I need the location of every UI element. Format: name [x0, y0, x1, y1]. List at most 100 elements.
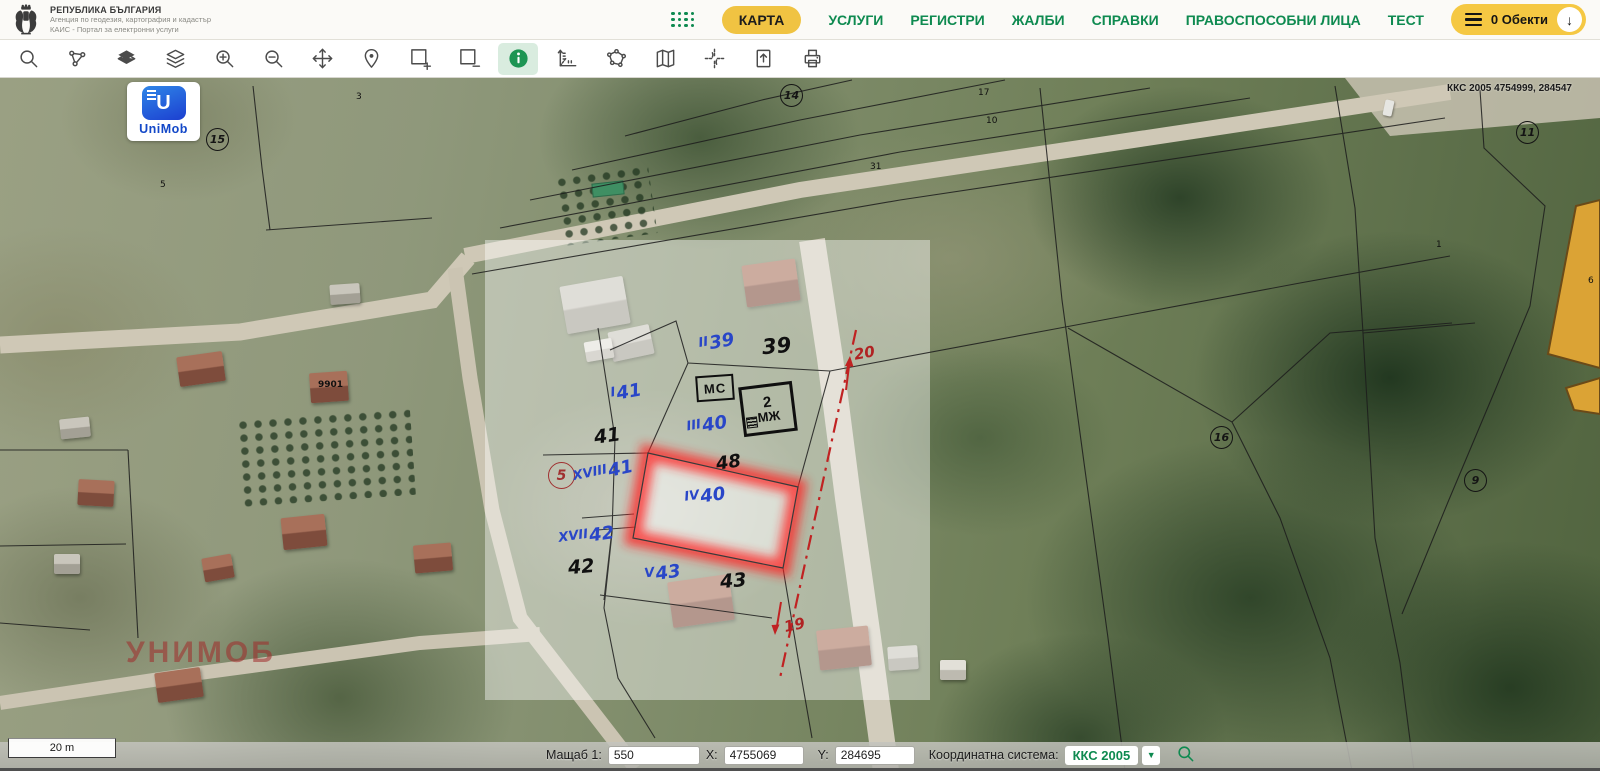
parcel-circle-label-9: 9 — [1464, 469, 1487, 492]
building-mzh-label: МЖ — [757, 408, 781, 424]
nav-item-test[interactable]: ТЕСТ — [1388, 12, 1424, 28]
zoom-in-icon — [213, 47, 236, 70]
nav-item-pravosposobni[interactable]: ПРАВОСПОСОБНИ ЛИЦА — [1186, 12, 1361, 28]
objects-count-label: 0 Обекти — [1491, 12, 1548, 27]
parcel-label-1: 1 — [1436, 240, 1442, 250]
menu-icon — [1465, 13, 1482, 26]
basemap-icon — [115, 47, 138, 70]
tool-search[interactable] — [8, 43, 48, 75]
chevron-down-icon: ▼ — [1142, 746, 1160, 765]
layers-icon — [164, 47, 187, 70]
portal-subtitle: КАИС - Портал за електронни услуги — [50, 25, 211, 34]
tool-coordinates[interactable] — [694, 43, 734, 75]
watermark: УНИМОБ — [126, 636, 276, 670]
y-label: Y: — [818, 748, 829, 762]
statusbar-search-icon[interactable] — [1176, 744, 1195, 766]
unimob-logo: U UniMob — [127, 82, 200, 141]
tool-pan[interactable] — [302, 43, 342, 75]
export-icon — [752, 47, 775, 70]
download-arrow-button[interactable]: ↓ — [1557, 7, 1582, 32]
nav-item-zhalbi[interactable]: ЖАЛБИ — [1012, 12, 1065, 28]
cadastre-label-I-41: I41 — [608, 375, 642, 401]
tool-export[interactable] — [743, 43, 783, 75]
scale-bar-label: 20 m — [50, 742, 74, 754]
y-coordinate-input[interactable] — [835, 746, 915, 765]
parcel-label-41: 41 — [593, 423, 622, 448]
zoom-window-out-icon — [458, 47, 481, 70]
orange-parcels — [1548, 200, 1600, 414]
parcel-label-6: 6 — [1588, 276, 1594, 286]
x-coordinate-input[interactable] — [724, 746, 804, 765]
coordinates-icon — [703, 47, 726, 70]
tool-zoom-window-out[interactable] — [449, 43, 489, 75]
crs-value: ККС 2005 — [1065, 746, 1139, 765]
scale-bar: 20 m — [8, 738, 116, 758]
identify-icon — [507, 47, 530, 70]
objects-button[interactable]: 0 Обекти ↓ — [1451, 4, 1586, 35]
building-mzh: 2 МЖ — [738, 381, 798, 437]
zoom-window-in-icon — [409, 47, 432, 70]
nav-item-registri[interactable]: РЕГИСТРИ — [910, 12, 984, 28]
parcel-label-31: 31 — [870, 162, 881, 172]
republic-title: РЕПУБЛИКА БЪЛГАРИЯ — [50, 5, 211, 15]
crs-select[interactable]: ККС 2005 ▼ — [1065, 746, 1161, 765]
tool-layers[interactable] — [155, 43, 195, 75]
regulation-label-20: 20 — [853, 342, 877, 363]
locate-icon — [360, 47, 383, 70]
map-canvas[interactable]: МС 2 МЖ 39414842433517103199016115141691… — [0, 78, 1600, 771]
parcel-label-10: 10 — [986, 116, 997, 126]
parcel-label-3: 3 — [356, 92, 362, 102]
agency-subtitle: Агенция по геодезия, картография и кадас… — [50, 15, 211, 24]
select-related-icon — [66, 47, 89, 70]
crs-label: Координатна система: — [929, 748, 1059, 762]
scale-label: Мащаб 1: — [546, 748, 602, 762]
bulgaria-coat-of-arms-icon — [10, 4, 42, 36]
tool-zoom-in[interactable] — [204, 43, 244, 75]
measure-area-icon — [605, 47, 628, 70]
brand-text: РЕПУБЛИКА БЪЛГАРИЯ Агенция по геодезия, … — [50, 5, 211, 34]
cadastre-label-IV-40: IV40 — [683, 479, 726, 505]
parcel-label-39: 39 — [761, 333, 792, 359]
apps-grid-icon[interactable] — [671, 12, 695, 28]
tool-basemap[interactable] — [106, 43, 146, 75]
parcel-label-9901: 9901 — [318, 380, 343, 390]
tool-identify[interactable] — [498, 43, 538, 75]
measure-length-icon — [556, 47, 579, 70]
pan-icon — [311, 47, 334, 70]
cadastre-label-II-39: II39 — [696, 325, 735, 352]
parcel-label-42: 42 — [567, 555, 595, 579]
parcel-label-48: 48 — [715, 450, 743, 474]
search-icon — [17, 47, 40, 70]
print-icon — [801, 47, 824, 70]
parcel-label-5: 5 — [160, 180, 166, 190]
scale-input[interactable] — [608, 746, 700, 765]
unimob-icon: U — [142, 86, 186, 120]
zoom-out-icon — [262, 47, 285, 70]
tool-locate[interactable] — [351, 43, 391, 75]
tool-map-sheets[interactable] — [645, 43, 685, 75]
parcel-circle-label-16: 16 — [1210, 426, 1233, 449]
x-label: X: — [706, 748, 718, 762]
building-ms: МС — [695, 374, 735, 403]
tool-zoom-out[interactable] — [253, 43, 293, 75]
map-toolbar — [0, 40, 1600, 78]
tool-measure-area[interactable] — [596, 43, 636, 75]
nav-item-uslugi[interactable]: УСЛУГИ — [828, 12, 883, 28]
parcel-circle-label-11: 11 — [1516, 121, 1539, 144]
building-hatch-symbol — [746, 416, 758, 428]
nav-item-spravki[interactable]: СПРАВКИ — [1092, 12, 1159, 28]
top-header: РЕПУБЛИКА БЪЛГАРИЯ Агенция по геодезия, … — [0, 0, 1600, 40]
brand: РЕПУБЛИКА БЪЛГАРИЯ Агенция по геодезия, … — [10, 4, 211, 36]
tool-measure-length[interactable] — [547, 43, 587, 75]
tool-print[interactable] — [792, 43, 832, 75]
nav-item-karta[interactable]: КАРТА — [722, 6, 802, 34]
tool-select-related[interactable] — [57, 43, 97, 75]
main-nav: КАРТА УСЛУГИ РЕГИСТРИ ЖАЛБИ СПРАВКИ ПРАВ… — [671, 4, 1586, 35]
unimob-label: UniMob — [139, 122, 188, 136]
parcel-circle-label-14: 14 — [780, 84, 803, 107]
cursor-coordinates: ККС 2005 4754999, 284547 — [1447, 83, 1572, 94]
parcel-label-43: 43 — [719, 569, 747, 593]
tool-zoom-window-in[interactable] — [400, 43, 440, 75]
map-sheets-icon — [654, 47, 677, 70]
status-bar: Мащаб 1: X: Y: Координатна система: ККС … — [0, 742, 1600, 771]
